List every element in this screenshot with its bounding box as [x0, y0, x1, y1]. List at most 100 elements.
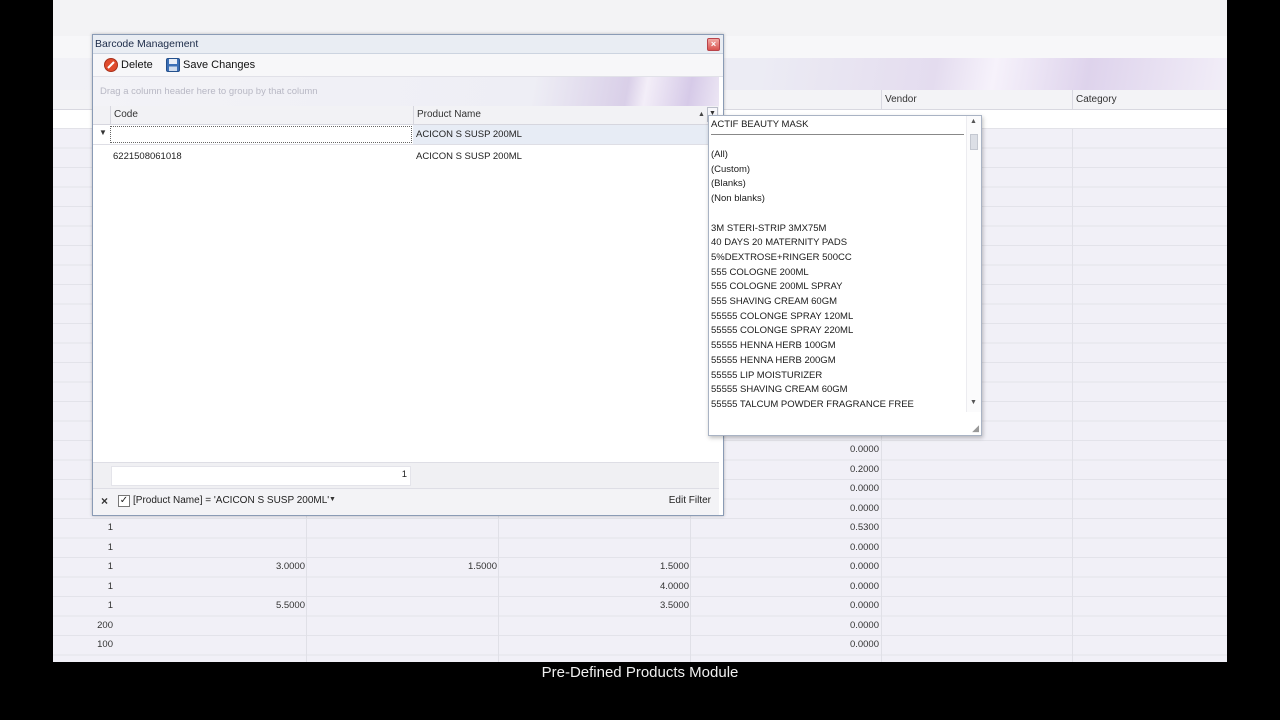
edit-filter-button[interactable]: Edit Filter [669, 495, 711, 506]
bg-row-cell: 100 [97, 639, 113, 650]
popup-value-item[interactable]: 55555 HENNA HERB 100GM [711, 339, 836, 354]
bg-row-cell [308, 616, 497, 635]
bg-row-cell: 1 [107, 600, 113, 611]
bg-column-category-label: Category [1076, 94, 1117, 105]
group-by-panel[interactable]: Drag a column header here to group by th… [93, 77, 719, 106]
bg-column-vendor[interactable]: Vendor [881, 90, 1073, 109]
popup-value-item[interactable]: 55555 SHAVING CREAM 60GM [711, 383, 848, 398]
popup-special-item[interactable]: (Custom) [711, 163, 750, 178]
footer-count: 1 [401, 469, 407, 480]
bg-value-cell: 0.5300 [849, 522, 879, 533]
bg-row-cell [500, 518, 689, 537]
bg-row-cell [116, 518, 305, 537]
group-by-hint: Drag a column header here to group by th… [100, 86, 318, 97]
popup-scrollbar[interactable]: ▲ ▼ [966, 116, 981, 412]
resize-grip-icon[interactable]: ◢ [972, 423, 979, 434]
bg-row-cell [500, 635, 689, 654]
save-changes-button-label: Save Changes [183, 59, 256, 71]
code-cell[interactable]: 6221508061018 [110, 148, 413, 166]
window-title: Barcode Management [95, 38, 199, 50]
bg-row-cell: 3.5000 [659, 600, 689, 611]
table-row[interactable]: 6221508061018 ACICON S SUSP 200ML [93, 148, 719, 166]
popup-value-item[interactable]: 55555 HENNA HERB 200GM [711, 354, 836, 369]
bg-row-cell: 4.0000 [659, 580, 689, 592]
popup-special-item[interactable]: (Non blanks) [711, 192, 765, 207]
filter-history-dropdown-icon[interactable]: ▼ [329, 496, 336, 503]
bg-row-cell [500, 616, 689, 635]
bg-row-cell: 5.5000 [275, 600, 305, 611]
popup-search-value: ACTIF BEAUTY MASK [711, 119, 809, 130]
window-title-bar: Barcode Management × [93, 35, 723, 54]
bg-row-cell [308, 596, 497, 615]
filter-values-popup: ACTIF BEAUTY MASK (All) (Custom) (Blanks)(… [708, 115, 982, 436]
bg-row-cell [116, 616, 305, 635]
auto-filter-row: ▼ ACICON S SUSP 200ML [93, 125, 719, 145]
filter-code-input[interactable] [110, 126, 412, 143]
bg-column-category[interactable]: Category [1072, 90, 1226, 109]
bg-row-cell: 1 [107, 541, 113, 553]
bg-value-cell: 0.0000 [849, 561, 879, 572]
bg-value-cell: 0.0000 [849, 619, 879, 631]
bg-row-cell: 200 [97, 619, 113, 631]
sort-ascending-icon: ▲ [698, 111, 705, 118]
popup-value-item[interactable]: 40 DAYS 20 MATERNITY PADS [711, 236, 847, 251]
column-header-product-name-label: Product Name [417, 109, 481, 120]
bg-value-cell: 0.0000 [849, 600, 879, 611]
bg-value-cell: 0.0000 [849, 541, 879, 553]
filter-panel: × ✓ [Product Name] = 'ACICON S SUSP 200M… [93, 488, 719, 515]
close-icon[interactable]: × [707, 38, 720, 51]
popup-value-item[interactable]: 555 SHAVING CREAM 60GM [711, 295, 837, 310]
filter-expression[interactable]: [Product Name] = 'ACICON S SUSP 200ML' [133, 495, 329, 506]
filter-row-icon: ▼ [99, 128, 107, 137]
scroll-up-icon[interactable]: ▲ [970, 118, 977, 125]
popup-value-item[interactable]: 5%DEXTROSE+RINGER 500CC [711, 251, 852, 266]
delete-button[interactable]: Delete [104, 56, 153, 74]
delete-icon [104, 58, 118, 72]
scroll-thumb[interactable] [970, 134, 978, 150]
bg-row-cell [116, 538, 305, 557]
popup-value-item[interactable]: 55555 TALCUM POWDER FRAGRANCE FREE [711, 398, 914, 413]
save-changes-button[interactable]: Save Changes [166, 56, 255, 74]
popup-value-item[interactable]: 55555 COLONGE SPRAY 120ML [711, 310, 853, 325]
bg-value-cell: 0.0000 [849, 639, 879, 650]
popup-special-item[interactable]: (All) [711, 148, 728, 163]
clear-filter-icon[interactable]: × [101, 494, 108, 508]
bg-row-cell [308, 635, 497, 654]
popup-special-item[interactable]: (Blanks) [711, 177, 746, 192]
column-header-product-name[interactable]: Product Name ▲ ▼ [413, 106, 719, 124]
bg-row-cell: 1 [107, 522, 113, 533]
popup-value-item[interactable]: 555 COLOGNE 200ML SPRAY [711, 280, 842, 295]
bg-row-cell: 1 [107, 561, 113, 572]
bg-row-cell [308, 577, 497, 596]
window-toolbar: Delete Save Changes [93, 54, 723, 77]
filter-product-name-cell[interactable]: ACICON S SUSP 200ML [413, 125, 716, 144]
bg-toolbar [53, 0, 1227, 37]
save-icon [166, 58, 180, 72]
product-name-value: ACICON S SUSP 200ML [416, 151, 522, 162]
column-header-code[interactable]: Code [110, 106, 414, 124]
bg-row-cell: 1.5000 [659, 561, 689, 572]
bg-row-cell: 1 [107, 580, 113, 592]
footer-summary-row: 1 [93, 462, 719, 488]
barcode-management-window: Barcode Management × Delete Save Changes… [92, 34, 724, 516]
bg-column-vendor-label: Vendor [885, 94, 917, 105]
bg-row-cell [308, 538, 497, 557]
filter-product-name-value: ACICON S SUSP 200ML [416, 129, 522, 140]
grid-header: Code Product Name ▲ ▼ [93, 106, 719, 125]
popup-value-item[interactable]: 55555 LIP MOISTURIZER [711, 369, 822, 384]
delete-button-label: Delete [121, 59, 153, 71]
bg-row-cell [308, 518, 497, 537]
bg-row-cell [500, 538, 689, 557]
bg-divider [1072, 129, 1073, 662]
filter-enabled-checkbox[interactable]: ✓ [118, 495, 130, 507]
bg-value-cell: 0.0000 [849, 580, 879, 592]
popup-value-item[interactable]: 3M STERI-STRIP 3MX75M [711, 222, 826, 237]
popup-value-item[interactable]: 555 COLOGNE 200ML [711, 266, 809, 281]
bg-row-cell [116, 635, 305, 654]
scroll-down-icon[interactable]: ▼ [970, 399, 977, 406]
popup-value-item[interactable]: 55555 COLONGE SPRAY 220ML [711, 324, 853, 339]
product-name-cell[interactable]: ACICON S SUSP 200ML [413, 148, 716, 166]
bg-row-cell: 3.0000 [275, 561, 305, 572]
popup-search-input[interactable]: ACTIF BEAUTY MASK [711, 118, 964, 135]
video-caption: Pre-Defined Products Module [541, 664, 739, 681]
